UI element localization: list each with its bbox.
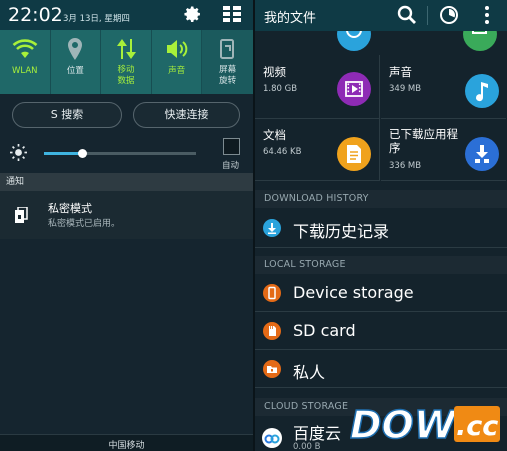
private-folder-icon: [263, 360, 281, 378]
storage-usage-icon[interactable]: [439, 5, 459, 25]
qs-label: 屏幕 旋转: [219, 65, 237, 86]
qs-label: 位置: [66, 66, 84, 76]
video-icon: [337, 72, 371, 106]
document-icon: [337, 137, 371, 171]
clock: 22:02: [8, 4, 63, 26]
download-history-item[interactable]: 下载历史记录: [255, 208, 507, 248]
notifications-header: 通知: [0, 173, 253, 191]
category-music[interactable]: 声音 349 MB: [381, 55, 506, 119]
row-label: SD card: [293, 321, 356, 340]
notification-panel: 22:02 3月 13日, 星期四 WLAN 位置 移动 数据 声音 屏幕 旋转…: [0, 0, 253, 451]
storage-item-device[interactable]: Device storage: [255, 274, 507, 312]
category-name: 视频: [263, 65, 286, 79]
category-size: 349 MB: [389, 84, 422, 94]
qs-label: WLAN: [12, 66, 38, 76]
notification-title: 私密模式: [48, 202, 92, 215]
download-history-header: DOWNLOAD HISTORY: [255, 190, 507, 208]
more-options-icon[interactable]: [481, 5, 493, 25]
location-icon: [68, 38, 83, 60]
auto-brightness-label: 自动: [222, 161, 240, 171]
baidu-cloud-icon: [262, 428, 282, 448]
brightness-row: 自动: [0, 138, 253, 172]
notification-subtitle: 私密模式已启用。: [48, 219, 121, 229]
music-icon: [465, 74, 499, 108]
brightness-icon: [10, 144, 27, 161]
qs-label: 移动 数据: [117, 65, 135, 86]
row-label: 下载历史记录: [293, 222, 390, 241]
carrier-label: 中国移动: [108, 441, 145, 451]
local-storage-header: LOCAL STORAGE: [255, 256, 507, 274]
app-title: 我的文件: [264, 11, 317, 26]
row-label: 私人: [293, 363, 326, 382]
mobile-data-icon: [116, 39, 136, 59]
qs-wlan[interactable]: WLAN: [0, 30, 51, 94]
status-bar: 22:02 3月 13日, 星期四: [0, 0, 253, 30]
qs-sound[interactable]: 声音: [152, 30, 203, 94]
sd-card-icon: [263, 322, 281, 340]
search-icon[interactable]: [397, 5, 417, 25]
action-separator: [427, 6, 428, 25]
svg-text:.cc: .cc: [456, 411, 498, 442]
download-icon: [263, 219, 281, 237]
phone-icon: [263, 284, 281, 302]
qs-label: 声音: [168, 66, 186, 76]
row-label: 百度云: [293, 424, 342, 443]
grid-view-icon[interactable]: [223, 6, 241, 24]
qs-screen-rotate[interactable]: 屏幕 旋转: [202, 30, 253, 94]
category-size: 64.46 KB: [263, 147, 302, 157]
row-label: Device storage: [293, 283, 414, 302]
category-document[interactable]: 文档 64.46 KB: [255, 119, 380, 181]
watermark-logo: DOWN .cc: [349, 402, 502, 448]
date: 3月 13日, 星期四: [63, 14, 130, 24]
action-bar: 我的文件: [255, 0, 507, 31]
wifi-icon: [12, 39, 38, 58]
category-grid: 视频 1.80 GB 声音 349 MB 文档 64.46 KB 已下载应用程序…: [255, 31, 507, 181]
carrier-bar: 中国移动: [0, 434, 253, 451]
brightness-slider[interactable]: [44, 149, 196, 158]
auto-brightness-checkbox[interactable]: [223, 138, 240, 155]
s-search-button[interactable]: S 搜索: [12, 102, 122, 128]
category-size: 1.80 GB: [263, 84, 298, 94]
my-files-app: 我的文件 视频 1.80 GB 声音 349 MB 文档 64.46 KB 已下…: [255, 0, 507, 451]
qs-mobile-data[interactable]: 移动 数据: [101, 30, 152, 94]
slider-thumb[interactable]: [78, 149, 87, 158]
category-name: 已下载应用程序: [389, 127, 458, 155]
category-downloaded-apps[interactable]: 已下载应用程序 336 MB: [381, 119, 506, 181]
sound-icon: [166, 40, 187, 58]
row-size: 0.00 B: [293, 442, 321, 451]
storage-item-private[interactable]: 私人: [255, 350, 507, 388]
gear-icon[interactable]: [183, 5, 203, 25]
quick-connect-button[interactable]: 快速连接: [133, 102, 240, 128]
storage-item-sd-card[interactable]: SD card: [255, 312, 507, 350]
category-name: 声音: [389, 65, 412, 79]
category-video[interactable]: 视频 1.80 GB: [255, 55, 380, 119]
private-mode-icon: [15, 207, 28, 223]
qs-location[interactable]: 位置: [51, 30, 102, 94]
notification-item[interactable]: 私密模式 私密模式已启用。: [0, 191, 253, 239]
quick-settings: WLAN 位置 移动 数据 声音 屏幕 旋转: [0, 30, 253, 94]
category-name: 文档: [263, 128, 286, 142]
slider-fill: [44, 152, 82, 155]
screen-rotate-icon: [219, 39, 234, 59]
category-size: 336 MB: [389, 161, 422, 171]
download-app-icon: [465, 137, 499, 171]
